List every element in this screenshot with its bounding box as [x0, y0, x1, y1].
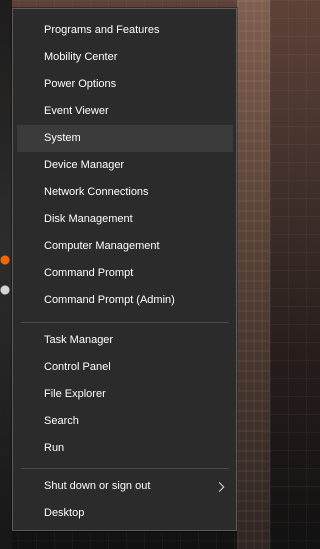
menu-item-command-prompt-admin[interactable]: Command Prompt (Admin) — [17, 287, 233, 314]
menu-item-command-prompt[interactable]: Command Prompt — [17, 260, 233, 287]
menu-item-event-viewer[interactable]: Event Viewer — [17, 98, 233, 125]
menu-item-desktop[interactable]: Desktop — [17, 500, 233, 527]
menu-item-search[interactable]: Search — [17, 408, 233, 435]
menu-item-control-panel[interactable]: Control Panel — [17, 354, 233, 381]
menu-item-network-connections[interactable]: Network Connections — [17, 179, 233, 206]
menu-separator — [21, 468, 229, 469]
menu-item-power-options[interactable]: Power Options — [17, 71, 233, 98]
menu-item-system[interactable]: System — [17, 125, 233, 152]
menu-item-file-explorer[interactable]: File Explorer — [17, 381, 233, 408]
menu-item-run[interactable]: Run — [17, 435, 233, 462]
menu-item-task-manager[interactable]: Task Manager — [17, 327, 233, 354]
menu-separator — [21, 322, 229, 323]
menu-item-disk-management[interactable]: Disk Management — [17, 206, 233, 233]
menu-item-label: Shut down or sign out — [44, 480, 151, 492]
context-menu: Programs and Features Mobility Center Po… — [12, 8, 237, 531]
menu-item-mobility-center[interactable]: Mobility Center — [17, 44, 233, 71]
menu-item-programs-features[interactable]: Programs and Features — [17, 17, 233, 44]
menu-item-device-manager[interactable]: Device Manager — [17, 152, 233, 179]
background-right-strip — [237, 0, 270, 549]
menu-item-computer-management[interactable]: Computer Management — [17, 233, 233, 260]
background-left-strip — [0, 0, 12, 549]
menu-item-shut-down-sign-out[interactable]: Shut down or sign out — [17, 473, 233, 500]
chevron-right-icon — [214, 481, 225, 492]
